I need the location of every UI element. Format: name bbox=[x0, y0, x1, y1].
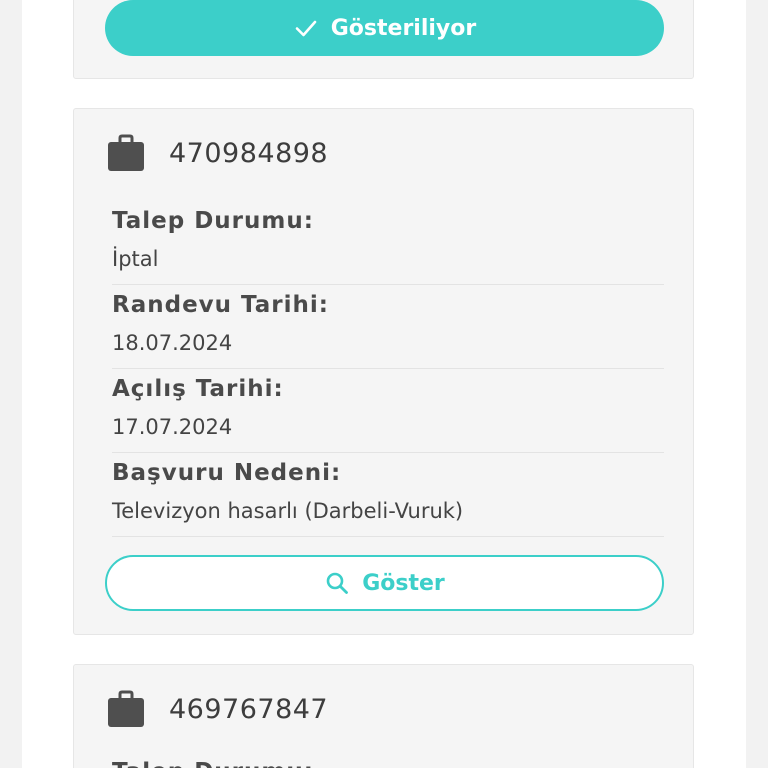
card-header: 469767847 bbox=[107, 689, 328, 729]
field-opening-date: Açılış Tarihi: 17.07.2024 bbox=[112, 369, 664, 453]
showing-button-label: Gösteriliyor bbox=[330, 15, 477, 41]
briefcase-icon bbox=[107, 133, 145, 173]
card-header: 470984898 bbox=[107, 133, 328, 173]
viewport: Gösteriliyor 470984898 Talep Durumu: İpt… bbox=[0, 0, 768, 768]
show-button[interactable]: Göster bbox=[105, 555, 664, 611]
field-label: Randevu Tarihi: bbox=[112, 292, 329, 318]
request-card: 470984898 Talep Durumu: İptal Randevu Ta… bbox=[73, 108, 694, 635]
field-label: Açılış Tarihi: bbox=[112, 376, 284, 402]
field-request-status: Talep Durumu: İptal bbox=[112, 201, 664, 285]
showing-button[interactable]: Gösteriliyor bbox=[105, 0, 664, 56]
field-label: Talep Durumu: bbox=[112, 208, 314, 234]
field-appointment-date: Randevu Tarihi: 18.07.2024 bbox=[112, 285, 664, 369]
field-list: Talep Durumu: İptal Randevu Tarihi: 18.0… bbox=[112, 201, 664, 537]
field-value: İptal bbox=[112, 247, 159, 271]
search-icon bbox=[324, 570, 350, 596]
field-label: Başvuru Nedeni: bbox=[112, 460, 342, 486]
ticket-number: 469767847 bbox=[169, 693, 329, 725]
briefcase-icon bbox=[107, 689, 145, 729]
request-card: 469767847 Talep Durumu: bbox=[73, 664, 694, 768]
check-icon bbox=[293, 15, 319, 41]
field-value: Televizyon hasarlı (Darbeli-Vuruk) bbox=[112, 499, 464, 523]
field-value: 18.07.2024 bbox=[112, 331, 233, 355]
field-value: 17.07.2024 bbox=[112, 415, 233, 439]
field-label: Talep Durumu: bbox=[112, 759, 314, 768]
field-application-reason: Başvuru Nedeni: Televizyon hasarlı (Darb… bbox=[112, 453, 664, 537]
ticket-number: 470984898 bbox=[169, 137, 329, 169]
request-card-previous: Gösteriliyor bbox=[73, 0, 694, 79]
show-button-label: Göster bbox=[362, 570, 445, 596]
